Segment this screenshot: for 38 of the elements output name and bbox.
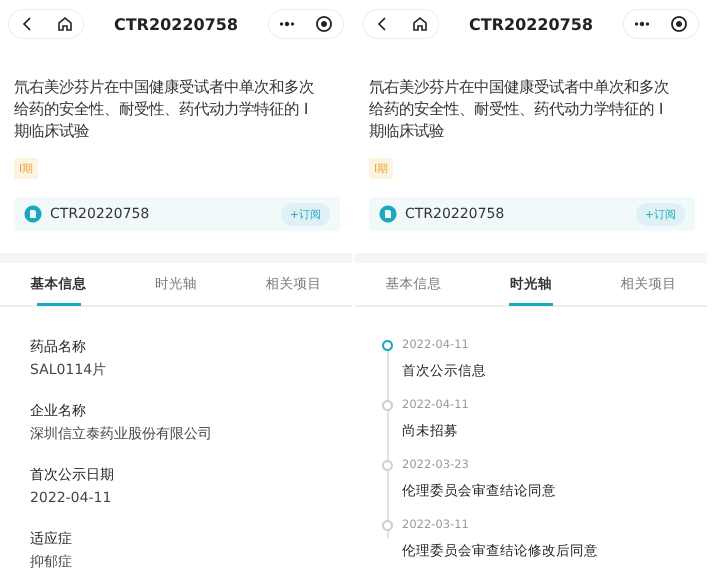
event-date: 2022-03-23: [402, 457, 470, 471]
tab[interactable]: 时光轴: [472, 263, 590, 305]
trial-title: 氘右美沙芬片在中国健康受试者中单次和多次给药的安全性、耐受性、药代动力学特征的 I 期临床试验: [13, 77, 315, 142]
trial-title: 氘右美沙芬片在中国健康受试者中单次和多次给药的安全性、耐受性、药代动力学特征的 I 期临床试验: [368, 77, 670, 142]
tab[interactable]: 相关项目: [234, 263, 352, 305]
home-icon[interactable]: [410, 15, 428, 33]
event-text: 首次公示信息: [402, 362, 487, 380]
subscribe-button[interactable]: +订阅: [280, 202, 330, 226]
document-icon: [379, 205, 397, 223]
field-value: 抑郁症: [30, 553, 73, 572]
event-text: 尚未招募: [402, 422, 459, 440]
field-value: 深圳信立泰药业股份有限公司: [30, 425, 213, 444]
tab[interactable]: 相关项目: [590, 263, 707, 305]
registration-code: CTR20220758: [405, 206, 506, 222]
event-text: 伦理委员会审查结论修改后同意: [402, 542, 599, 560]
document-icon: [24, 205, 42, 223]
phase-tag: I期: [369, 158, 394, 179]
event-date: 2022-04-11: [402, 397, 470, 411]
registration-code: CTR20220758: [50, 206, 150, 222]
home-icon[interactable]: [56, 15, 74, 33]
tab[interactable]: 时光轴: [117, 263, 235, 305]
field-label: 适应症: [30, 530, 73, 549]
page-title: CTR20220758: [114, 14, 238, 34]
tab[interactable]: 基本信息: [0, 263, 118, 305]
field-label: 首次公示日期: [30, 466, 115, 485]
page-title: CTR20220758: [468, 14, 594, 34]
field-value: 2022-04-11: [30, 489, 112, 508]
field-value: SAL0114片: [30, 361, 108, 380]
record-icon[interactable]: [670, 15, 688, 33]
field-label: 药品名称: [30, 338, 87, 357]
tab[interactable]: 基本信息: [355, 263, 472, 305]
subscribe-button[interactable]: +订阅: [636, 202, 685, 226]
field-label: 企业名称: [30, 402, 87, 421]
event-date: 2022-03-11: [402, 517, 470, 531]
record-icon[interactable]: [315, 15, 334, 33]
event-date: 2022-04-11: [402, 337, 470, 351]
event-text: 伦理委员会审查结论同意: [402, 482, 557, 500]
phase-tag: I期: [14, 158, 38, 179]
